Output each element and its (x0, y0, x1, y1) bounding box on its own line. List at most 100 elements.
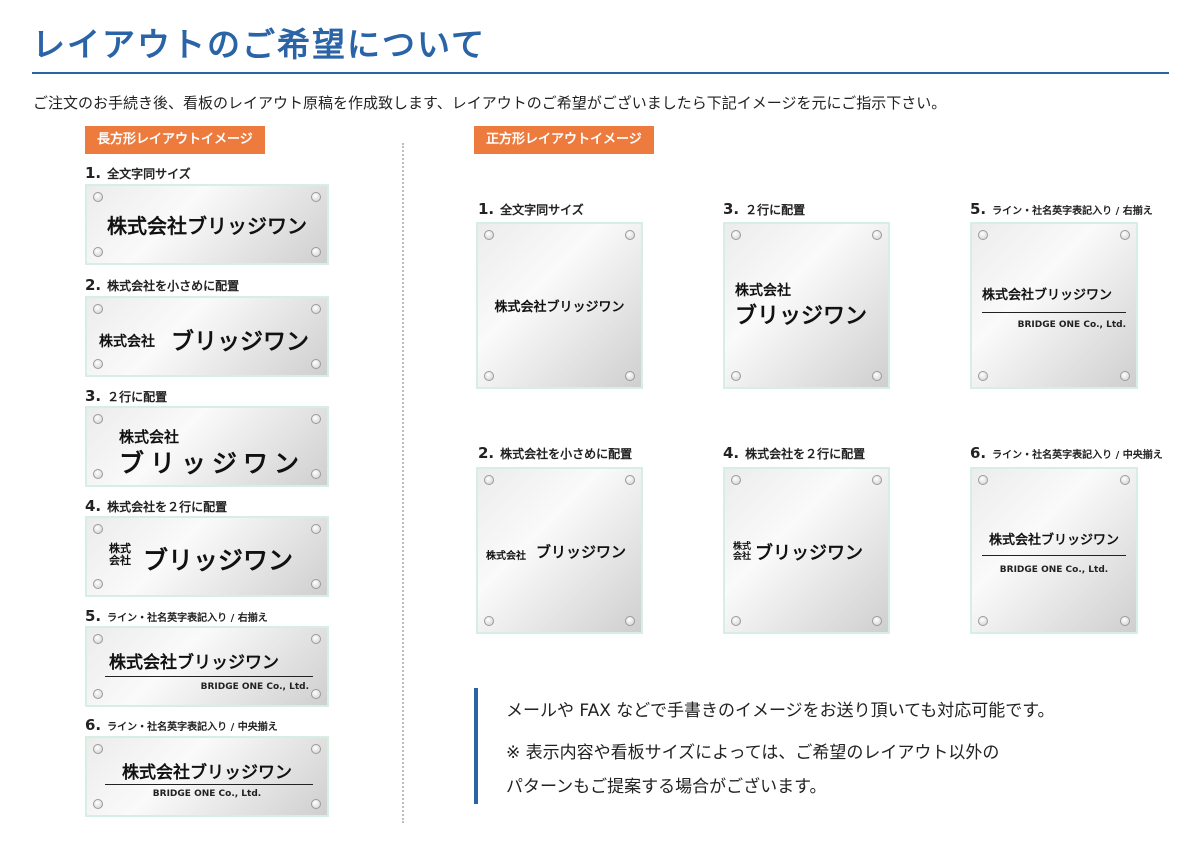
square-plate-2: 株式会社 ブリッジワン (476, 467, 643, 634)
square-caption-6: 6. ライン・社名英字表記入り / 中央揃え (970, 444, 1163, 462)
plate-company-stack: 株式 会社 (109, 542, 131, 567)
bolt-icon (93, 799, 103, 809)
rect-plate-1: 株式会社ブリッジワン (85, 184, 329, 265)
plate-company-main: ブリッジワン (143, 546, 294, 575)
page-title: レイアウトのご希望について (32, 25, 487, 64)
plate-company-stack: 株式 会社 (733, 542, 752, 562)
plate-company-main: ブリッジワン (536, 543, 627, 561)
bolt-icon (625, 616, 635, 626)
plate-company-name: 株式会社ブリッジワン (982, 288, 1113, 303)
square-caption-4: 4. 株式会社を２行に配置 (723, 444, 866, 462)
plate-company-name: 株式会社ブリッジワン (494, 300, 625, 315)
bolt-icon (311, 579, 321, 589)
plate-english-name: BRIDGE ONE Co., Ltd. (999, 565, 1109, 575)
bolt-icon (311, 359, 321, 369)
rect-caption-1: 1. 全文字同サイズ (85, 164, 191, 182)
square-caption-2: 2. 株式会社を小さめに配置 (478, 444, 633, 462)
bolt-icon (93, 414, 103, 424)
plate-company-prefix: 株式会社 (486, 551, 526, 562)
bolt-icon (625, 475, 635, 485)
note-line-1: メールや FAX などで手書きのイメージをお送り頂いても対応可能です。 (506, 701, 1055, 721)
bolt-icon (93, 247, 103, 257)
rect-caption-4: 4. 株式会社を２行に配置 (85, 497, 228, 515)
bolt-icon (731, 475, 741, 485)
plate-english-name: BRIDGE ONE Co., Ltd. (200, 682, 309, 692)
note-line-2: ※ 表示内容や看板サイズによっては、ご希望のレイアウト以外の (506, 743, 1000, 763)
bolt-icon (311, 524, 321, 534)
bolt-icon (731, 230, 741, 240)
bolt-icon (731, 371, 741, 381)
section-divider (402, 143, 404, 823)
rect-section-label: 長方形レイアウトイメージ (85, 126, 265, 154)
plate-company-name: 株式会社ブリッジワン (107, 214, 307, 238)
bolt-icon (625, 371, 635, 381)
bolt-icon (978, 371, 988, 381)
title-underline (32, 72, 1169, 74)
plate-rule-line (982, 555, 1126, 556)
square-plate-1: 株式会社ブリッジワン (476, 222, 643, 389)
plate-company-name: 株式会社ブリッジワン (988, 533, 1119, 548)
bolt-icon (93, 359, 103, 369)
rect-caption-6: 6. ライン・社名英字表記入り / 中央揃え (85, 716, 278, 734)
bolt-icon (484, 475, 494, 485)
bolt-icon (93, 304, 103, 314)
plate-company-name: 株式会社ブリッジワン (109, 653, 279, 673)
square-caption-5: 5. ライン・社名英字表記入り / 右揃え (970, 200, 1153, 218)
bolt-icon (93, 689, 103, 699)
plate-company-main: ブリッジワン (171, 329, 309, 355)
bolt-icon (872, 475, 882, 485)
plate-rule-line (105, 676, 313, 677)
bolt-icon (311, 304, 321, 314)
rect-plate-6: 株式会社ブリッジワン BRIDGE ONE Co., Ltd. (85, 736, 329, 817)
plate-rule-line (982, 312, 1126, 313)
plate-company-main: ブリッジワン (755, 543, 863, 564)
square-plate-3: 株式会社 ブリッジワン (723, 222, 890, 389)
square-plate-6: 株式会社ブリッジワン BRIDGE ONE Co., Ltd. (970, 467, 1138, 634)
bolt-icon (1120, 616, 1130, 626)
bolt-icon (93, 634, 103, 644)
bolt-icon (978, 230, 988, 240)
bolt-icon (311, 744, 321, 754)
bolt-icon (311, 469, 321, 479)
bolt-icon (311, 799, 321, 809)
bolt-icon (484, 371, 494, 381)
bolt-icon (311, 689, 321, 699)
plate-english-name: BRIDGE ONE Co., Ltd. (1017, 320, 1126, 330)
bolt-icon (311, 634, 321, 644)
bolt-icon (93, 469, 103, 479)
square-caption-1: 1. 全文字同サイズ (478, 200, 584, 218)
note-line-3: パターンもご提案する場合がございます。 (506, 777, 827, 797)
plate-english-name: BRIDGE ONE Co., Ltd. (152, 789, 262, 799)
intro-text: ご注文のお手続き後、看板のレイアウト原稿を作成致します、レイアウトのご希望がござ… (33, 94, 947, 112)
rect-plate-4: 株式 会社 ブリッジワン (85, 516, 329, 597)
bolt-icon (311, 192, 321, 202)
bolt-icon (1120, 230, 1130, 240)
rect-caption-2: 2. 株式会社を小さめに配置 (85, 276, 240, 294)
bolt-icon (93, 524, 103, 534)
bolt-icon (93, 579, 103, 589)
plate-company-main: ブリッジワン (119, 449, 306, 478)
square-section-label: 正方形レイアウトイメージ (474, 126, 654, 154)
bolt-icon (1120, 371, 1130, 381)
bolt-icon (731, 616, 741, 626)
bolt-icon (93, 744, 103, 754)
bolt-icon (93, 192, 103, 202)
bolt-icon (978, 616, 988, 626)
square-caption-3: 3. ２行に配置 (723, 200, 806, 218)
bolt-icon (872, 616, 882, 626)
square-plate-5: 株式会社ブリッジワン BRIDGE ONE Co., Ltd. (970, 222, 1138, 389)
bolt-icon (311, 414, 321, 424)
square-plate-4: 株式 会社 ブリッジワン (723, 467, 890, 634)
bolt-icon (625, 230, 635, 240)
plate-rule-line (105, 784, 313, 785)
plate-company-main: ブリッジワン (735, 304, 868, 329)
bolt-icon (872, 230, 882, 240)
plate-company-prefix: 株式会社 (99, 334, 155, 350)
bolt-icon (872, 371, 882, 381)
rect-caption-3: 3. ２行に配置 (85, 387, 168, 405)
note-accent-bar (474, 688, 478, 804)
plate-company-name: 株式会社ブリッジワン (122, 763, 292, 783)
bolt-icon (311, 247, 321, 257)
bolt-icon (484, 230, 494, 240)
rect-plate-3: 株式会社 ブリッジワン (85, 406, 329, 487)
